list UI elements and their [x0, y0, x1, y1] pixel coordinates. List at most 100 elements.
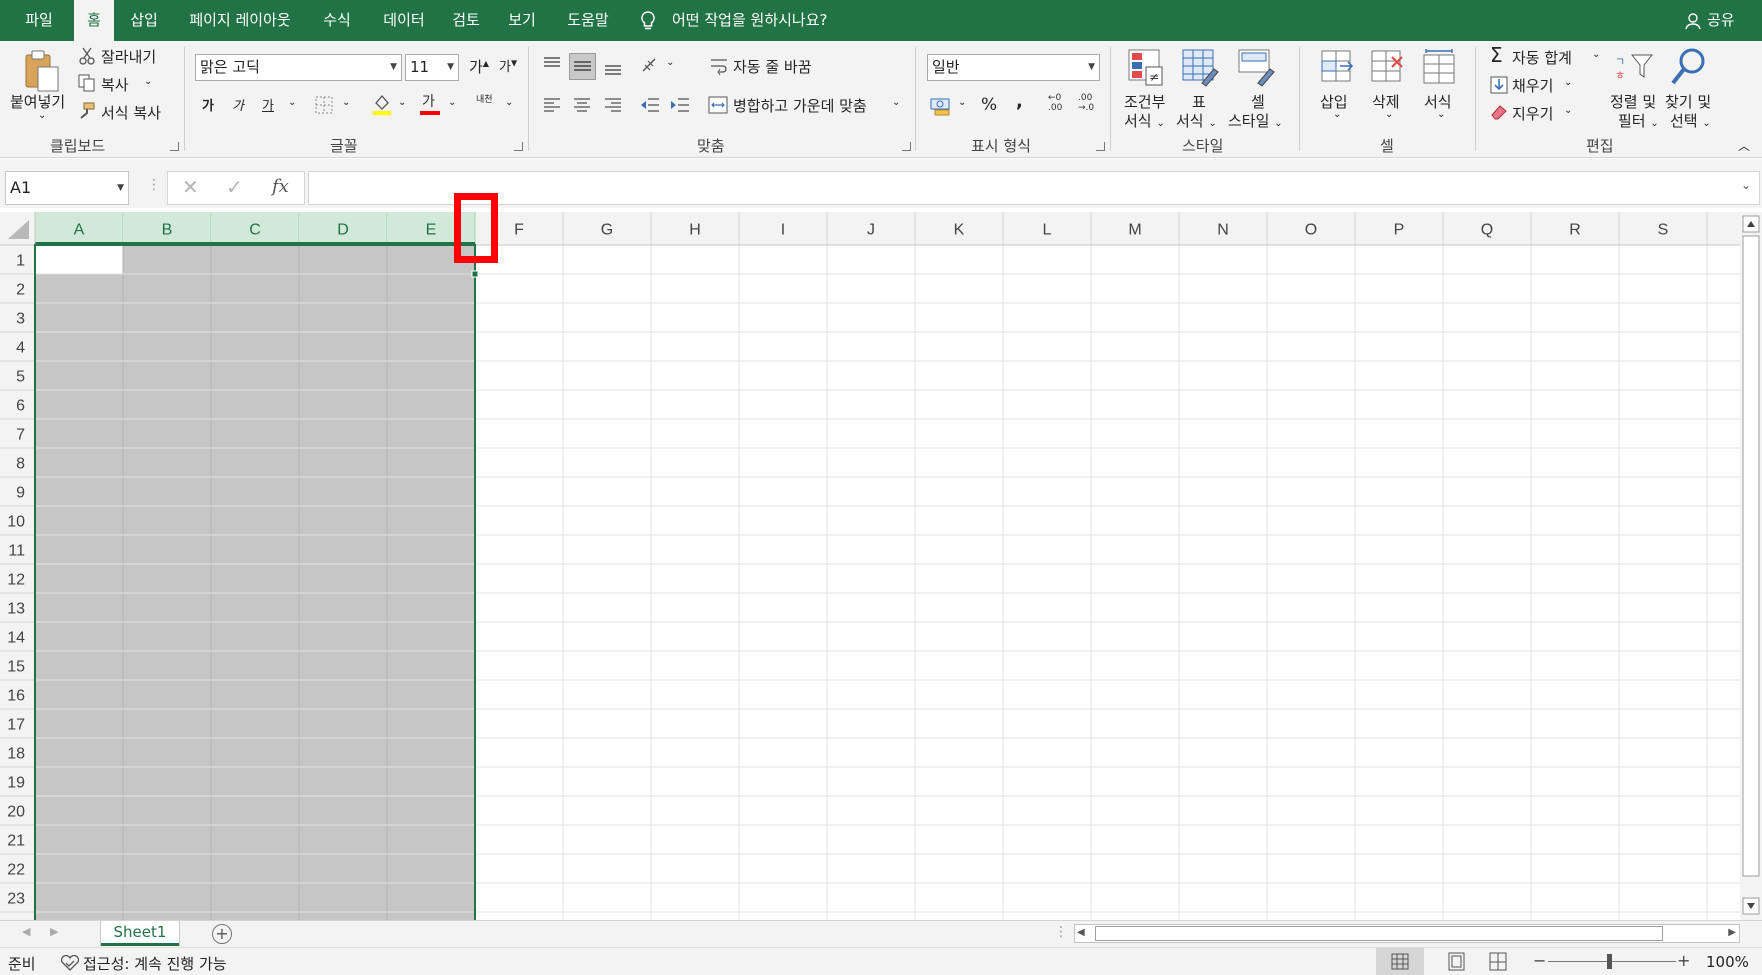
horizontal-scrollbar[interactable]: ◀ ▶	[1074, 924, 1740, 943]
share-button[interactable]: 공유	[1703, 0, 1743, 41]
hscroll-splitter-icon[interactable]: ⋮	[1054, 924, 1068, 940]
row-header-4[interactable]: 4	[16, 340, 25, 357]
zoom-level[interactable]: 100%	[1706, 953, 1749, 971]
autosum-chevron-icon[interactable]: ⌄	[1592, 49, 1600, 60]
normal-view-button[interactable]	[1376, 948, 1424, 975]
row-header-14[interactable]: 14	[7, 630, 25, 647]
fill-handle[interactable]	[471, 270, 479, 278]
scissors-icon[interactable]	[78, 47, 96, 65]
insert-cells-icon[interactable]	[1318, 49, 1354, 87]
column-header-e[interactable]: E	[426, 222, 437, 239]
column-header-j[interactable]: J	[867, 222, 875, 239]
zoom-slider-thumb[interactable]	[1607, 954, 1612, 969]
format-chevron-icon[interactable]: ⌄	[1437, 109, 1445, 120]
comma-style-button[interactable]: ,	[1016, 91, 1023, 112]
increase-indent-icon[interactable]	[670, 96, 690, 114]
scroll-tabs-left-icon[interactable]: ◀	[22, 925, 30, 938]
merge-center-button[interactable]: 병합하고 가운데 맞춤	[733, 95, 867, 116]
row-header-1[interactable]: 1	[16, 253, 25, 270]
fill-chevron-icon[interactable]: ⌄	[1564, 77, 1572, 88]
wrap-text-button[interactable]: 자동 줄 바꿈	[733, 56, 812, 77]
format-painter-button[interactable]: 서식 복사	[101, 102, 161, 123]
eraser-icon[interactable]	[1490, 104, 1508, 120]
tab-formulas[interactable]: 수식	[315, 0, 359, 41]
merge-chevron-icon[interactable]: ⌄	[892, 97, 900, 108]
font-name-combo[interactable]: 맑은 고딕 ▼	[195, 54, 402, 81]
insert-chevron-icon[interactable]: ⌄	[1333, 109, 1341, 120]
conditional-formatting-label1[interactable]: 조건부	[1124, 91, 1165, 112]
row-header-7[interactable]: 7	[16, 427, 25, 444]
number-launcher-icon[interactable]	[1096, 142, 1105, 151]
row-header-17[interactable]: 17	[7, 717, 25, 734]
number-format-combo[interactable]: 일반 ▼	[927, 54, 1100, 81]
clear-chevron-icon[interactable]: ⌄	[1564, 105, 1572, 116]
cell-styles-label1[interactable]: 셀	[1251, 91, 1265, 112]
sort-filter-icon[interactable]: ㄱㅎ	[1614, 49, 1654, 87]
name-box[interactable]: A1 ▼	[5, 171, 129, 205]
shrink-font-button[interactable]: 가▼	[499, 56, 517, 75]
tab-help[interactable]: 도움말	[558, 0, 618, 41]
find-select-label1[interactable]: 찾기 및	[1665, 91, 1711, 112]
wrap-text-icon[interactable]	[710, 56, 728, 76]
decrease-decimal-button[interactable]: .00 →.0	[1078, 93, 1104, 117]
row-header-8[interactable]: 8	[16, 456, 25, 473]
sheet-tab-sheet1[interactable]: Sheet1	[101, 921, 179, 946]
conditional-formatting-icon[interactable]: ≠	[1128, 49, 1164, 87]
row-header-2[interactable]: 2	[16, 282, 25, 299]
align-right-icon[interactable]	[604, 97, 622, 113]
scroll-tabs-right-icon[interactable]: ▶	[50, 925, 58, 938]
collapse-ribbon-chevron-up-icon[interactable]: ︿	[1738, 137, 1750, 154]
phonetic-chevron-icon[interactable]: ⌄	[505, 97, 513, 108]
accounting-chevron-icon[interactable]: ⌄	[958, 97, 966, 108]
row-header-22[interactable]: 22	[7, 862, 25, 879]
row-header-16[interactable]: 16	[7, 688, 25, 705]
column-header-d[interactable]: D	[337, 222, 349, 239]
paste-dropdown-chevron-icon[interactable]: ⌄	[38, 110, 46, 121]
insert-function-button[interactable]: fx	[272, 176, 289, 197]
tab-page-layout[interactable]: 페이지 레이아웃	[180, 0, 300, 41]
column-header-c[interactable]: C	[249, 222, 261, 239]
row-header-23[interactable]: 23	[7, 891, 25, 908]
percent-style-button[interactable]: %	[981, 95, 997, 115]
active-cell[interactable]	[35, 245, 123, 274]
font-launcher-icon[interactable]	[514, 142, 523, 151]
align-top-icon[interactable]	[543, 56, 561, 74]
add-sheet-plus-icon[interactable]: +	[212, 924, 232, 944]
copy-button[interactable]: 복사	[101, 74, 129, 95]
row-header-5[interactable]: 5	[16, 369, 25, 386]
row-header-3[interactable]: 3	[16, 311, 25, 328]
format-as-table-label2[interactable]: 서식 ⌄	[1176, 110, 1217, 131]
font-color-button[interactable]: 가	[420, 91, 440, 115]
zoom-slider-track[interactable]	[1548, 961, 1676, 962]
column-header-n[interactable]: N	[1217, 222, 1229, 239]
align-bottom-icon[interactable]	[604, 58, 622, 76]
underline-chevron-icon[interactable]: ⌄	[288, 97, 296, 108]
find-select-label2[interactable]: 선택 ⌄	[1670, 110, 1711, 131]
paste-button[interactable]: 붙여넣기	[10, 91, 65, 112]
lightbulb-icon[interactable]	[640, 10, 656, 32]
column-header-k[interactable]: K	[954, 222, 965, 239]
font-size-combo[interactable]: 11 ▼	[405, 54, 459, 81]
align-left-icon[interactable]	[543, 97, 561, 113]
delete-chevron-icon[interactable]: ⌄	[1385, 109, 1393, 120]
alignment-launcher-icon[interactable]	[902, 142, 911, 151]
borders-chevron-icon[interactable]: ⌄	[342, 97, 350, 108]
row-header-9[interactable]: 9	[16, 485, 25, 502]
zoom-in-button[interactable]: +	[1677, 951, 1690, 970]
increase-decimal-button[interactable]: ←0 .00	[1048, 93, 1074, 117]
row-header-11[interactable]: 11	[8, 543, 25, 560]
column-header-a[interactable]: A	[74, 222, 85, 239]
clipboard-launcher-icon[interactable]	[170, 142, 179, 151]
tab-insert[interactable]: 삽입	[122, 0, 166, 41]
column-header-r[interactable]: R	[1569, 222, 1581, 239]
cell-styles-label2[interactable]: 스타일 ⌄	[1228, 110, 1283, 131]
copy-icon[interactable]	[78, 74, 96, 92]
person-icon[interactable]	[1684, 12, 1702, 30]
tab-home[interactable]: 홈	[74, 0, 114, 41]
tab-file[interactable]: 파일	[14, 0, 64, 41]
expand-formula-chevron-icon[interactable]: ⌄	[1741, 178, 1751, 192]
fill-color-icon[interactable]	[372, 93, 392, 115]
grow-font-button[interactable]: 가▲	[469, 56, 489, 77]
formula-bar-grip-icon[interactable]: ⋮	[147, 177, 161, 193]
accessibility-status[interactable]: 접근성: 계속 진행 가능	[83, 953, 227, 974]
